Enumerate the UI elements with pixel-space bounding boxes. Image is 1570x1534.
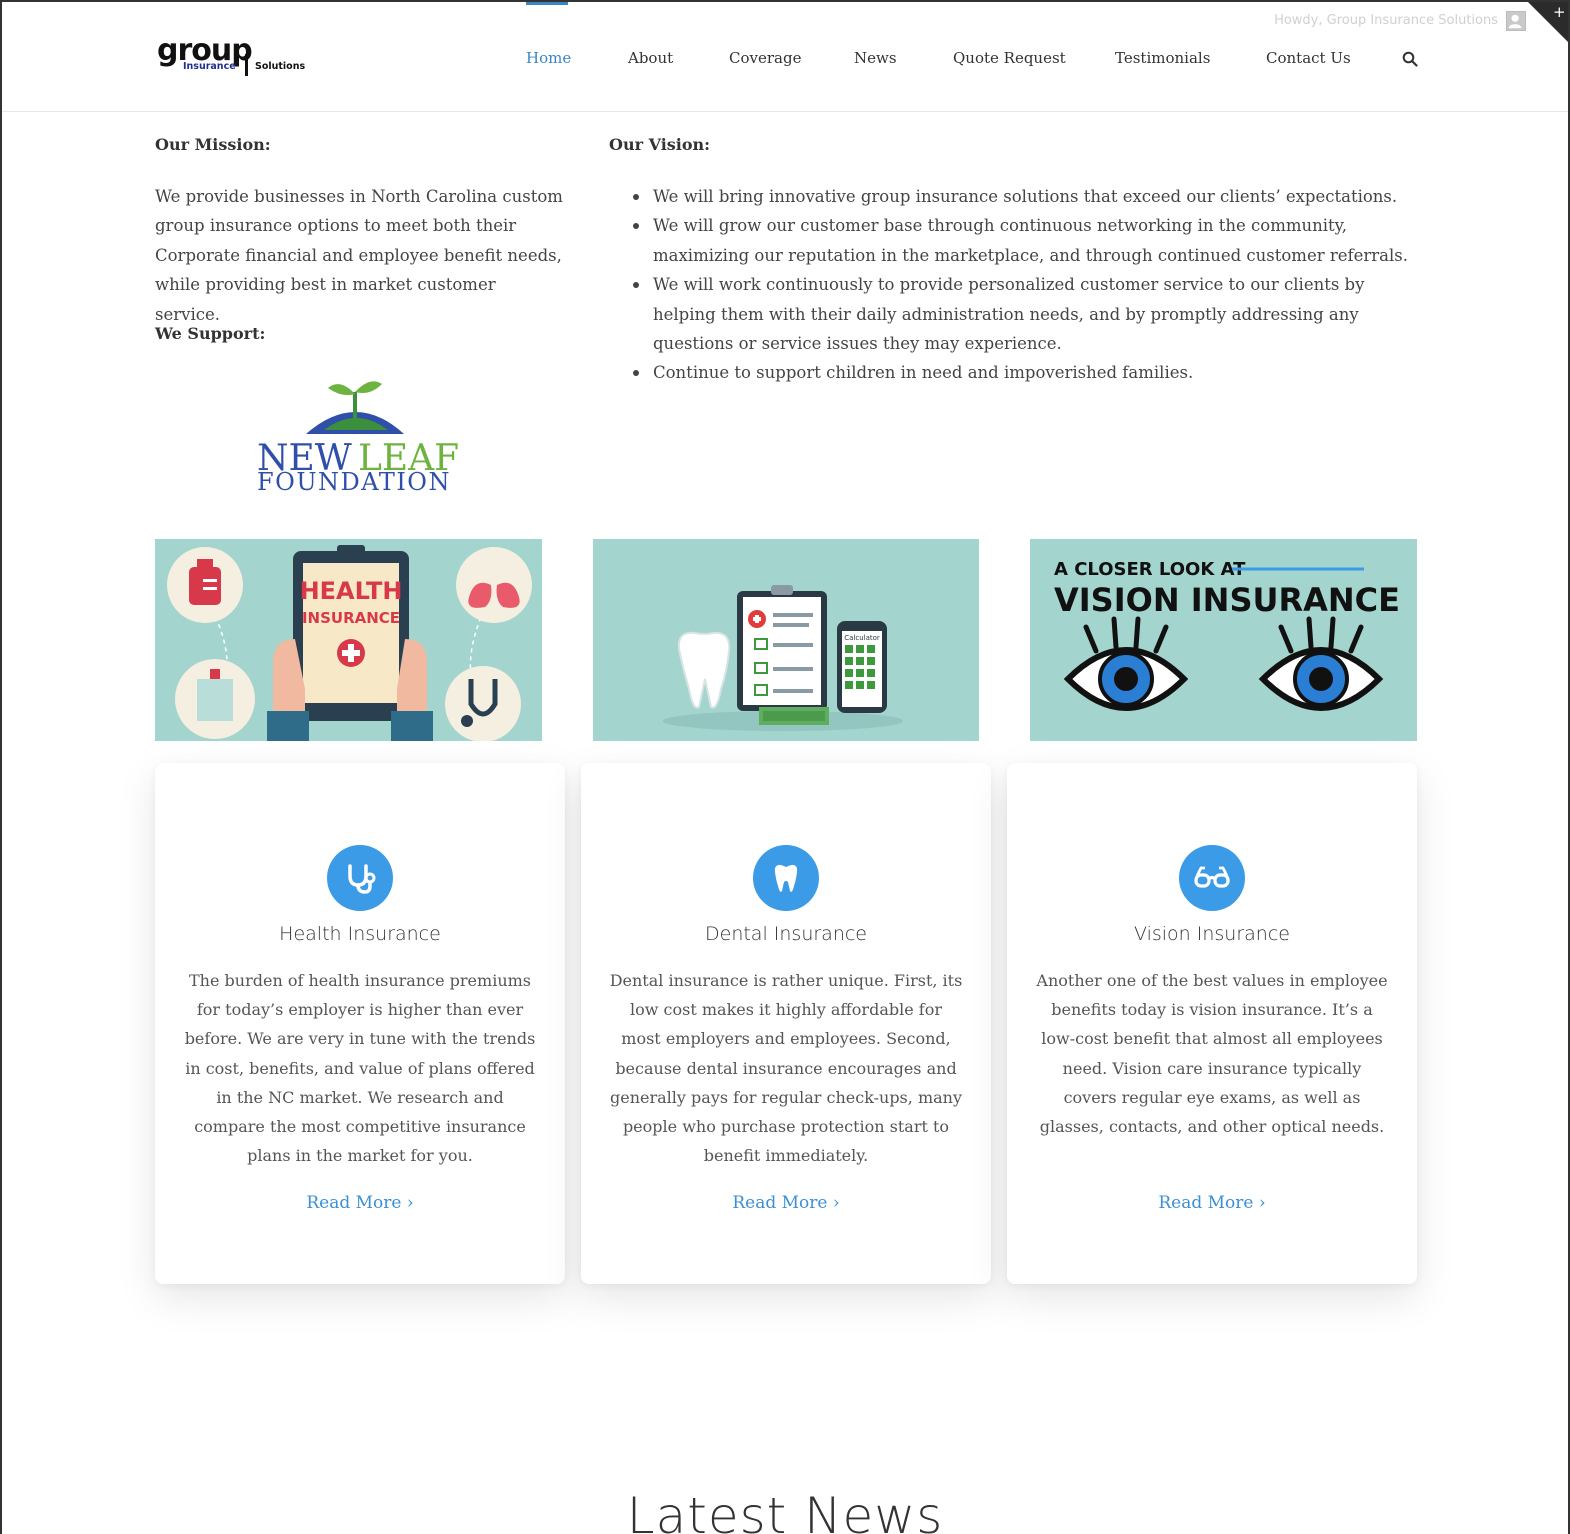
latest-news-heading: Latest News (626, 1487, 944, 1534)
vision-read-more-link[interactable]: Read More › (1007, 1193, 1417, 1213)
vision-insurance-card: Vision Insurance Another one of the best… (1007, 763, 1417, 1284)
vision-item: Continue to support children in need and… (609, 358, 1429, 387)
health-read-more-link[interactable]: Read More › (155, 1193, 565, 1213)
nav-home[interactable]: Home (526, 49, 571, 67)
page-frame: group Insurance Solutions Home About Cov… (0, 0, 1570, 1534)
nav-testimonials[interactable]: Testimonials (1115, 49, 1210, 67)
mission-heading: Our Mission: (155, 135, 271, 154)
plus-icon: + (1553, 3, 1566, 21)
health-promo-subtitle: INSURANCE (302, 609, 400, 627)
nav-coverage[interactable]: Coverage (729, 49, 801, 67)
admin-corner-toggle[interactable]: + (1526, 0, 1570, 44)
card-title: Dental Insurance (705, 923, 867, 945)
dental-promo-calculator-label: Calculator (844, 634, 880, 642)
user-icon (1508, 14, 1522, 29)
admin-avatar[interactable] (1506, 11, 1526, 31)
vision-item: We will work continuously to provide per… (609, 270, 1429, 358)
health-insurance-card: Health Insurance The burden of health in… (155, 763, 565, 1284)
health-promo-title: HEALTH (300, 577, 403, 605)
nav-about[interactable]: About (628, 49, 673, 67)
mission-text: We provide businesses in North Carolina … (155, 187, 563, 324)
card-title: Vision Insurance (1134, 923, 1290, 945)
card-text: The burden of health insurance premiums … (184, 971, 536, 1166)
support-heading: We Support: (155, 324, 266, 343)
card-title: Health Insurance (279, 923, 441, 945)
health-insurance-promo-image[interactable]: HEALTH INSURANCE (155, 539, 542, 741)
dental-insurance-promo-image[interactable]: Calculator (593, 539, 979, 741)
vision-item: We will grow our customer base through c… (609, 211, 1429, 270)
nav-active-indicator (526, 2, 568, 5)
nav-contact-us[interactable]: Contact Us (1266, 49, 1351, 67)
admin-howdy-text[interactable]: Howdy, Group Insurance Solutions (1274, 13, 1498, 28)
nav-news[interactable]: News (854, 49, 897, 67)
tooth-icon (753, 845, 819, 911)
dental-insurance-card: Dental Insurance Dental insurance is rat… (581, 763, 991, 1284)
vision-promo-line2: VISION INSURANCE (1054, 581, 1400, 619)
card-text: Another one of the best values in employ… (1036, 971, 1388, 1137)
glasses-icon (1179, 845, 1245, 911)
dental-read-more-link[interactable]: Read More › (581, 1193, 991, 1213)
search-icon[interactable] (1402, 51, 1418, 67)
vision-list: We will bring innovative group insurance… (609, 182, 1429, 388)
vision-heading: Our Vision: (609, 135, 711, 154)
nav-quote-request[interactable]: Quote Request (953, 49, 1066, 67)
vision-promo-line1: A CLOSER LOOK AT (1054, 559, 1246, 580)
card-text: Dental insurance is rather unique. First… (609, 971, 963, 1166)
new-leaf-foundation-logo[interactable]: NEW LEAF FOUNDATION (254, 372, 464, 497)
newleaf-foundation-text: FOUNDATION (257, 468, 451, 496)
vision-item: We will bring innovative group insurance… (609, 182, 1429, 211)
site-header: group Insurance Solutions Home About Cov… (2, 2, 1568, 112)
stethoscope-icon (327, 845, 393, 911)
vision-insurance-promo-image[interactable]: A CLOSER LOOK AT VISION INSURANCE (1030, 539, 1417, 741)
